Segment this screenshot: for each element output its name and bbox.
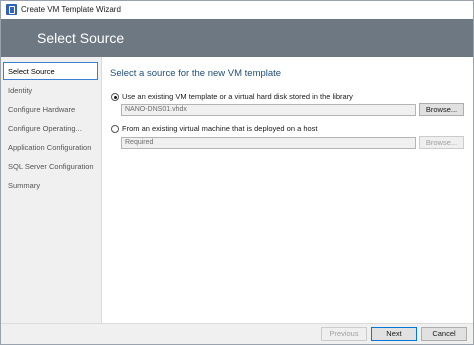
window-title: Create VM Template Wizard xyxy=(21,5,121,14)
next-button[interactable]: Next xyxy=(371,327,417,341)
library-browse-button[interactable]: Browse... xyxy=(419,103,464,116)
nav-item-select-source[interactable]: Select Source xyxy=(3,62,98,80)
section-heading: Select a source for the new VM template xyxy=(110,68,282,79)
library-source-label[interactable]: Use an existing VM template or a virtual… xyxy=(122,92,353,101)
wizard-window: Create VM Template Wizard Select Source … xyxy=(0,0,474,345)
host-source-label[interactable]: From an existing virtual machine that is… xyxy=(122,124,318,133)
wizard-step-nav: Select Source Identity Configure Hardwar… xyxy=(1,57,102,323)
title-bar: Create VM Template Wizard xyxy=(1,1,473,19)
previous-button[interactable]: Previous xyxy=(321,327,367,341)
host-source-field[interactable]: Required xyxy=(121,137,416,149)
nav-item-summary[interactable]: Summary xyxy=(3,176,98,194)
wizard-content: Select a source for the new VM template … xyxy=(103,57,473,323)
nav-item-configure-operating-system[interactable]: Configure Operating... xyxy=(3,119,98,137)
nav-item-configure-hardware[interactable]: Configure Hardware xyxy=(3,100,98,118)
nav-item-application-configuration[interactable]: Application Configuration xyxy=(3,138,98,156)
wizard-header: Select Source xyxy=(1,19,473,57)
nav-item-sql-server-configuration[interactable]: SQL Server Configuration xyxy=(3,157,98,175)
wizard-app-icon xyxy=(6,4,17,15)
page-title: Select Source xyxy=(37,30,125,46)
host-browse-button[interactable]: Browse... xyxy=(419,136,464,149)
host-source-radio[interactable] xyxy=(111,125,119,133)
nav-item-identity[interactable]: Identity xyxy=(3,81,98,99)
library-source-radio[interactable] xyxy=(111,93,119,101)
wizard-footer: Previous Next Cancel xyxy=(1,323,473,344)
cancel-button[interactable]: Cancel xyxy=(421,327,467,341)
library-source-field[interactable]: NANO-DNS01.vhdx xyxy=(121,104,416,116)
